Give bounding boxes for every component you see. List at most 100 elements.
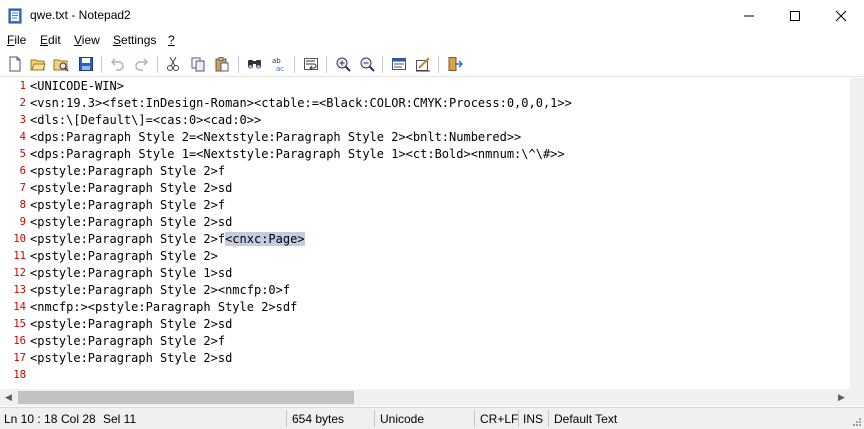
replace-button[interactable]: ab ac <box>270 55 288 73</box>
status-bar: Ln 10 : 18 Col 28 Sel 11 654 bytes Unico… <box>0 407 864 429</box>
line-number: 3 <box>19 114 26 126</box>
find-button[interactable] <box>246 55 264 73</box>
selected-text[interactable]: <cnxc:Page> <box>225 232 305 246</box>
code-line[interactable]: <pstyle:Paragraph Style 2> <box>30 248 218 265</box>
minimize-button[interactable] <box>726 0 772 31</box>
menu-help-accelerator: ? <box>168 33 175 47</box>
line-number: 12 <box>13 267 26 279</box>
code-line[interactable]: <dps:Paragraph Style 1=<Nextstyle:Paragr… <box>30 146 565 163</box>
undo-icon <box>110 58 124 71</box>
toolbar-separator <box>438 56 439 73</box>
browse-icon <box>53 59 69 72</box>
line-number: 8 <box>19 199 26 211</box>
customize-schemes-button[interactable] <box>414 55 432 73</box>
close-button[interactable] <box>818 0 864 31</box>
code-line[interactable]: <UNICODE-WIN> <box>30 78 124 95</box>
code-line[interactable]: <pstyle:Paragraph Style 2><nmcfp:0>f <box>30 282 290 299</box>
toolbar: ab ac <box>0 52 864 77</box>
line-number: 15 <box>13 318 26 330</box>
zoom-in-button[interactable] <box>334 55 352 73</box>
vertical-scrollbar[interactable] <box>850 78 864 389</box>
menu-view-accelerator: V <box>74 33 82 47</box>
menu-settings[interactable]: Settings <box>113 33 156 47</box>
toolbar-separator <box>101 56 102 73</box>
code-line[interactable]: <pstyle:Paragraph Style 2>f<cnxc:Page> <box>30 231 305 248</box>
open-icon <box>30 59 46 71</box>
toolbar-separator <box>294 56 295 73</box>
paste-button[interactable] <box>213 55 231 73</box>
word-wrap-button[interactable] <box>302 55 320 73</box>
code-line[interactable]: <pstyle:Paragraph Style 2>sd <box>30 350 232 367</box>
code-line-text: <pstyle:Paragraph Style 2><nmcfp:0>f <box>30 283 291 297</box>
title-bar: qwe.txt - Notepad2 <box>0 0 864 31</box>
line-number: 2 <box>19 97 26 109</box>
cut-button[interactable] <box>164 55 182 73</box>
menu-edit[interactable]: Edit <box>40 33 61 47</box>
menu-file[interactable]: File <box>7 33 26 47</box>
minimize-icon <box>744 15 754 16</box>
line-number: 10 <box>13 233 26 245</box>
code-line-text: <pstyle:Paragraph Style 2>sd <box>30 351 233 365</box>
menu-settings-label: ettings <box>121 33 157 47</box>
code-line[interactable]: <pstyle:Paragraph Style 2>f <box>30 333 225 350</box>
open-button[interactable] <box>29 55 47 73</box>
save-button[interactable] <box>77 55 95 73</box>
resize-grip-icon[interactable] <box>852 417 862 427</box>
scroll-left-button[interactable]: ◀ <box>0 389 17 406</box>
scroll-right-button[interactable]: ▶ <box>833 389 850 406</box>
status-line-endings[interactable]: CR+LF <box>480 412 518 426</box>
menu-view[interactable]: View <box>74 33 100 47</box>
code-line-text: <pstyle:Paragraph Style 2>sd <box>30 181 233 195</box>
copy-button[interactable] <box>189 55 207 73</box>
close-icon <box>835 10 847 21</box>
new-button[interactable] <box>6 55 24 73</box>
status-line-position: Ln 10 : 18 <box>4 412 58 426</box>
code-line[interactable]: <pstyle:Paragraph Style 2>f <box>30 163 225 180</box>
code-line[interactable]: <dls:\[Default\]=<cas:0><cad:0>> <box>30 112 261 129</box>
status-selection: Sel 11 <box>103 412 137 426</box>
code-line[interactable]: <pstyle:Paragraph Style 1>sd <box>30 265 232 282</box>
menu-bar: File Edit View Settings ? <box>0 31 864 51</box>
code-line-text: <pstyle:Paragraph Style 1>sd <box>30 266 233 280</box>
scroll-right-icon: ▶ <box>838 392 845 402</box>
code-line[interactable]: <pstyle:Paragraph Style 2>sd <box>30 316 232 333</box>
status-insert-mode[interactable]: INS <box>523 412 543 426</box>
paste-icon <box>215 57 229 72</box>
horizontal-scroll-thumb[interactable] <box>18 391 354 404</box>
zoom-out-button[interactable] <box>358 55 376 73</box>
menu-view-label: iew <box>81 33 100 47</box>
scroll-left-icon: ◀ <box>5 392 12 402</box>
code-line-text: <pstyle:Paragraph Style 2>f <box>30 334 226 348</box>
menu-help[interactable]: ? <box>168 33 175 47</box>
code-line-text: <pstyle:Paragraph Style 2> <box>30 249 218 263</box>
customize-schemes-icon <box>416 57 430 72</box>
line-number: 5 <box>19 148 26 160</box>
notepad2-app-icon <box>8 8 22 24</box>
code-line-text: <dps:Paragraph Style 1=<Nextstyle:Paragr… <box>30 147 565 161</box>
toolbar-separator <box>326 56 327 73</box>
code-line[interactable]: <dps:Paragraph Style 2=<Nextstyle:Paragr… <box>30 129 521 146</box>
status-column: Col 28 <box>61 412 96 426</box>
scheme-button[interactable] <box>390 55 408 73</box>
editor-area[interactable]: 1 2 3 4 5 6 7 8 9 10 11 12 13 14 15 16 17 18 <UNICODE-WIN… <box>0 78 850 389</box>
redo-icon <box>135 58 149 71</box>
code-line[interactable]: <pstyle:Paragraph Style 2>f <box>30 197 225 214</box>
line-number: 7 <box>19 182 26 194</box>
redo-button[interactable] <box>133 55 151 73</box>
code-line[interactable]: <pstyle:Paragraph Style 2>sd <box>30 180 232 197</box>
code-line[interactable]: <vsn:19.3><fset:InDesign-Roman><ctable:=… <box>30 95 572 112</box>
code-line[interactable]: <nmcfp:><pstyle:Paragraph Style 2>sdf <box>30 299 297 316</box>
status-encoding[interactable]: Unicode <box>380 412 424 426</box>
browse-button[interactable] <box>52 55 70 73</box>
status-separator <box>374 410 375 427</box>
horizontal-scrollbar[interactable]: ◀ ▶ <box>0 389 850 406</box>
line-number: 9 <box>19 216 26 228</box>
code-line-text: <nmcfp:><pstyle:Paragraph Style 2>sdf <box>30 300 298 314</box>
maximize-button[interactable] <box>772 0 818 31</box>
line-number-gutter: 1 2 3 4 5 6 7 8 9 10 11 12 13 14 15 16 17 18 <box>0 78 28 389</box>
status-scheme[interactable]: Default Text <box>554 412 617 426</box>
menu-settings-accelerator: S <box>113 33 122 47</box>
code-line[interactable]: <pstyle:Paragraph Style 2>sd <box>30 214 232 231</box>
undo-button[interactable] <box>108 55 126 73</box>
exit-button[interactable] <box>446 55 464 73</box>
